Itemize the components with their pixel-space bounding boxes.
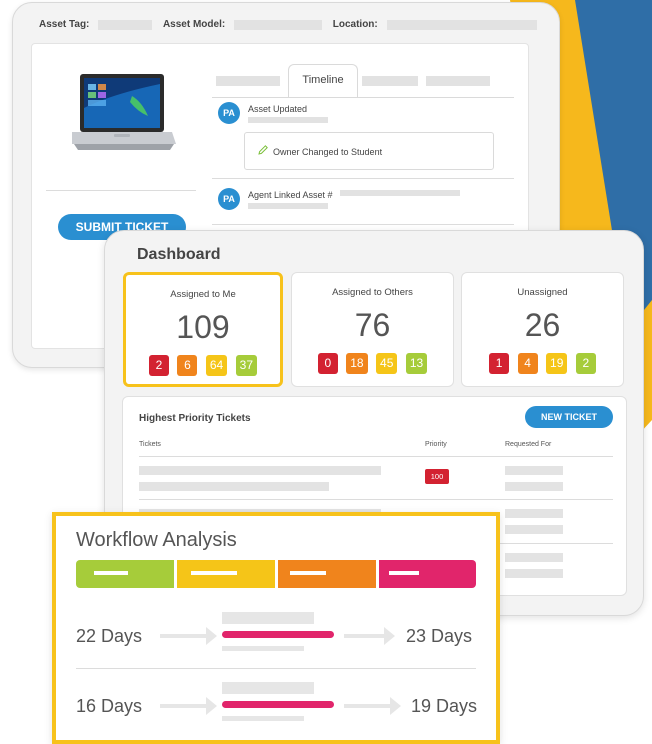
workflow-placeholder xyxy=(222,646,304,651)
priority-badge: 100 xyxy=(425,469,449,484)
table-header-divider xyxy=(139,456,613,457)
badge-medium[interactable]: 45 xyxy=(376,353,398,374)
stat-card-unassigned[interactable]: Unassigned 26 1 4 19 2 xyxy=(461,272,624,387)
stat-card-assigned-to-me[interactable]: Assigned to Me 109 2 6 64 37 xyxy=(123,272,283,387)
workflow-duration-bar xyxy=(222,701,334,708)
timeline-placeholder xyxy=(340,190,460,196)
workflow-to-value: 19 Days xyxy=(411,696,478,716)
stat-card-assigned-to-others[interactable]: Assigned to Others 76 0 18 45 13 xyxy=(291,272,454,387)
badge-medium[interactable]: 19 xyxy=(546,353,568,374)
timeline-separator xyxy=(212,178,514,179)
arrow-line xyxy=(344,634,384,638)
workflow-placeholder xyxy=(222,682,314,694)
laptop-image xyxy=(72,74,176,150)
workflow-to-value: 23 Days xyxy=(406,626,473,646)
badge-critical[interactable]: 0 xyxy=(317,353,338,374)
badge-low[interactable]: 13 xyxy=(405,353,428,374)
avatar: PA xyxy=(218,102,240,124)
requested-for-placeholder xyxy=(505,525,563,534)
tab-placeholder[interactable] xyxy=(216,76,280,86)
badge-group: 0 18 45 13 xyxy=(292,353,453,374)
asset-tag-field[interactable] xyxy=(98,19,153,30)
new-ticket-button[interactable]: NEW TICKET xyxy=(525,406,613,428)
badge-critical[interactable]: 1 xyxy=(489,353,510,374)
badge-critical[interactable]: 2 xyxy=(148,355,169,376)
badge-low[interactable]: 2 xyxy=(575,353,596,374)
timeline-separator xyxy=(212,224,514,225)
arrow-right-icon xyxy=(384,627,395,645)
stat-count: 109 xyxy=(176,309,230,345)
timeline-detail-text: Owner Changed to Student xyxy=(273,147,383,157)
badge-low[interactable]: 37 xyxy=(235,355,258,376)
workflow-duration-bar xyxy=(222,631,334,638)
column-header-priority[interactable]: Priority xyxy=(425,441,447,448)
column-header-tickets[interactable]: Tickets xyxy=(139,441,161,448)
tabs-underline xyxy=(212,97,514,98)
dashboard-title: Dashboard xyxy=(137,246,221,263)
asset-model-label: Asset Model: xyxy=(162,19,226,30)
workflow-stage-1[interactable] xyxy=(76,560,174,588)
arrow-line xyxy=(344,704,390,708)
requested-for-placeholder xyxy=(505,553,563,562)
arrow-line xyxy=(160,634,206,638)
row-divider xyxy=(139,499,613,500)
stat-label: Assigned to Others xyxy=(332,287,413,298)
pencil-icon xyxy=(258,145,268,155)
badge-medium[interactable]: 64 xyxy=(205,355,228,376)
asset-tag-label: Asset Tag: xyxy=(39,19,90,30)
stat-label: Assigned to Me xyxy=(170,289,236,300)
asset-filter-bar: Asset Tag: Asset Model: Location: xyxy=(39,19,545,30)
arrow-right-icon xyxy=(390,697,401,715)
workflow-row-divider xyxy=(76,668,476,669)
timeline-title: Agent Linked Asset # xyxy=(248,190,333,200)
stage-marker xyxy=(290,571,326,575)
workflow-placeholder xyxy=(222,612,314,624)
stat-label: Unassigned xyxy=(517,287,568,298)
badge-high[interactable]: 4 xyxy=(517,353,538,374)
requested-for-placeholder xyxy=(505,569,563,578)
workflow-from-value: 16 Days xyxy=(76,696,143,716)
timeline-placeholder xyxy=(248,117,328,123)
stat-count: 76 xyxy=(354,307,391,343)
workflow-stage-4[interactable] xyxy=(379,560,476,588)
arrow-right-icon xyxy=(206,627,217,645)
requested-for-placeholder xyxy=(505,509,563,518)
avatar: PA xyxy=(218,188,240,210)
stat-count: 26 xyxy=(524,307,561,343)
arrow-right-icon xyxy=(206,697,217,715)
workflow-stage-2[interactable] xyxy=(177,560,275,588)
tab-timeline[interactable]: Timeline xyxy=(288,64,358,98)
workflow-analysis-panel: Workflow Analysis 22 Days 23 Days 16 Day… xyxy=(52,512,500,744)
badge-group: 1 4 19 2 xyxy=(462,353,623,374)
location-label: Location: xyxy=(332,19,378,30)
badge-high[interactable]: 18 xyxy=(346,353,368,374)
tab-placeholder[interactable] xyxy=(426,76,490,86)
left-divider xyxy=(46,190,196,191)
tab-placeholder[interactable] xyxy=(362,76,418,86)
requested-for-placeholder xyxy=(505,482,563,491)
location-field[interactable] xyxy=(386,19,537,30)
requested-for-placeholder xyxy=(505,466,563,475)
column-header-requested-for[interactable]: Requested For xyxy=(505,441,551,448)
badge-high[interactable]: 6 xyxy=(177,355,198,376)
timeline-placeholder xyxy=(248,203,328,209)
badge-group: 2 6 64 37 xyxy=(126,355,280,376)
workflow-stage-3[interactable] xyxy=(278,560,376,588)
workflow-title: Workflow Analysis xyxy=(76,529,237,551)
workflow-placeholder xyxy=(222,716,304,721)
asset-model-field[interactable] xyxy=(233,19,322,30)
timeline-title: Asset Updated xyxy=(248,104,308,114)
timeline-detail-box: Owner Changed to Student xyxy=(244,132,494,170)
stage-marker xyxy=(191,571,237,575)
ticket-placeholder[interactable] xyxy=(139,466,381,475)
arrow-line xyxy=(160,704,206,708)
ticket-placeholder xyxy=(139,482,329,491)
detail-tabs: Timeline xyxy=(212,62,514,98)
workflow-from-value: 22 Days xyxy=(76,626,143,646)
stage-marker xyxy=(389,571,419,575)
priority-tickets-title: Highest Priority Tickets xyxy=(139,413,251,424)
stage-marker xyxy=(94,571,128,575)
